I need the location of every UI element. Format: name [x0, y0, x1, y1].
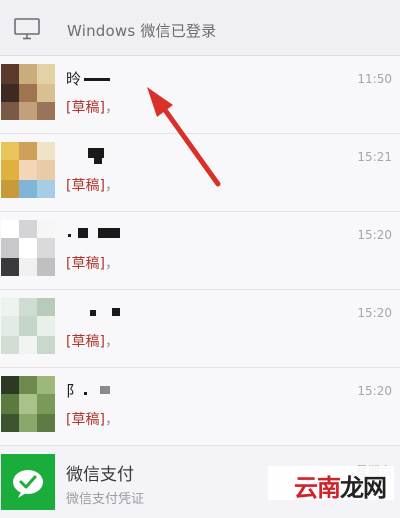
- chat-time: 15:20: [357, 306, 392, 320]
- monitor-icon: [14, 18, 40, 40]
- redaction-mark: [90, 310, 96, 316]
- chat-time: 15:20: [357, 384, 392, 398]
- pay-title: 微信支付: [66, 465, 134, 485]
- pay-subtitle: 微信支付凭证: [66, 492, 145, 507]
- chat-row[interactable]: 15:20 [草稿]，: [0, 290, 400, 368]
- chat-name: [66, 302, 206, 320]
- redaction-mark: [78, 228, 88, 238]
- draft-tag: [草稿]: [66, 334, 105, 350]
- wechat-pay-icon: [13, 470, 43, 498]
- chat-name-text: 阝: [66, 382, 82, 400]
- redaction-mark: [84, 78, 110, 81]
- draft-comma: ，: [104, 100, 119, 116]
- redaction-mark: [84, 392, 87, 395]
- chat-row[interactable]: 15:21 [草稿]，: [0, 134, 400, 212]
- avatar: [1, 142, 55, 198]
- chat-name: [66, 146, 206, 164]
- draft-tag: [草稿]: [66, 256, 105, 272]
- avatar: [1, 64, 55, 120]
- chat-time: 15:21: [357, 150, 392, 164]
- chat-name: 昤: [66, 68, 206, 88]
- watermark-part1: 云南: [294, 474, 341, 502]
- draft-tag: [草稿]: [66, 178, 105, 194]
- redaction-mark: [98, 228, 120, 238]
- chat-time: 15:20: [357, 228, 392, 242]
- chat-row[interactable]: 昤 11:50 [草稿]，: [0, 56, 400, 134]
- redaction-mark: [68, 234, 71, 237]
- chat-row[interactable]: 15:20 [草稿]，: [0, 212, 400, 290]
- draft-label: [草稿]，: [66, 253, 119, 273]
- wechat-pay-logo: [1, 454, 55, 510]
- banner-text: Windows 微信已登录: [67, 22, 217, 40]
- watermark: 云南龙网: [268, 466, 394, 503]
- avatar: [1, 298, 55, 354]
- chat-name-text: 昤: [66, 70, 82, 88]
- draft-label: [草稿]，: [66, 97, 119, 117]
- redaction-mark: [100, 386, 110, 394]
- watermark-part2: 龙网: [340, 474, 387, 502]
- redaction-mark: [112, 308, 120, 316]
- draft-label: [草稿]，: [66, 175, 119, 195]
- draft-comma: ，: [104, 178, 119, 194]
- draft-label: [草稿]，: [66, 331, 119, 351]
- watermark-text: 云南龙网: [294, 468, 387, 503]
- redaction-mark: [94, 158, 102, 164]
- redaction-mark: [88, 148, 104, 158]
- draft-comma: ，: [104, 412, 119, 428]
- draft-tag: [草稿]: [66, 100, 105, 116]
- avatar: [1, 376, 55, 432]
- windows-login-banner[interactable]: Windows 微信已登录: [0, 0, 400, 56]
- draft-comma: ，: [104, 256, 119, 272]
- chat-time: 11:50: [357, 72, 392, 86]
- draft-tag: [草稿]: [66, 412, 105, 428]
- avatar: [1, 220, 55, 276]
- chat-name: [66, 224, 206, 242]
- chat-name: 阝: [66, 380, 206, 400]
- draft-comma: ，: [104, 334, 119, 350]
- chat-row[interactable]: 阝 15:20 [草稿]，: [0, 368, 400, 446]
- draft-label: [草稿]，: [66, 409, 119, 429]
